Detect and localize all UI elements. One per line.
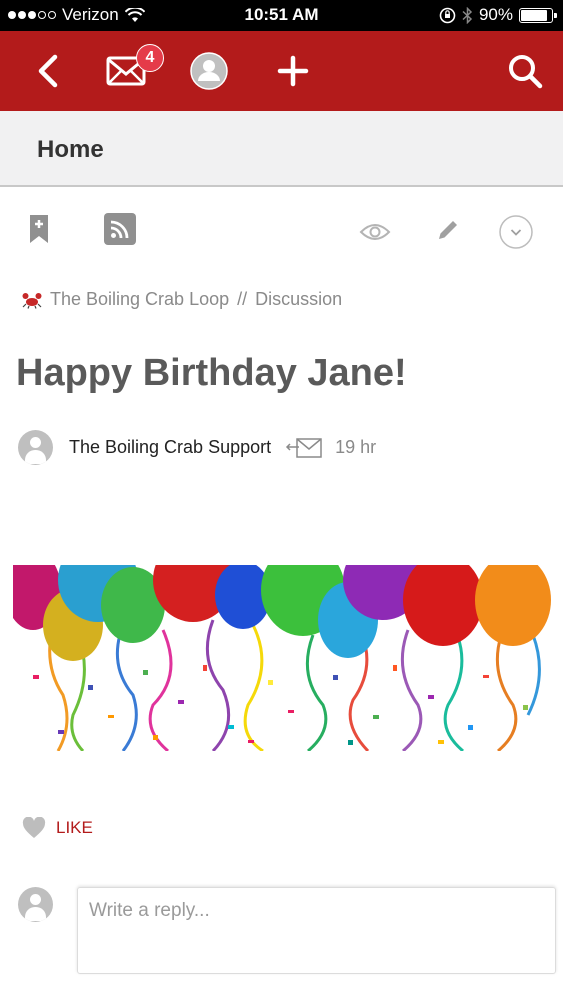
post-image-balloons bbox=[13, 565, 551, 751]
eye-icon bbox=[359, 224, 391, 240]
more-options-button[interactable] bbox=[499, 215, 533, 254]
inbox-badge: 4 bbox=[136, 44, 164, 72]
heart-icon bbox=[22, 817, 46, 838]
search-icon bbox=[509, 55, 543, 89]
status-bar: Verizon 10:51 AM 90% bbox=[0, 0, 563, 31]
home-title[interactable]: Home bbox=[37, 136, 104, 164]
profile-icon bbox=[190, 52, 228, 90]
top-nav-bar: 4 bbox=[0, 31, 563, 111]
breadcrumb-separator: // bbox=[237, 289, 248, 309]
follow-feed-button[interactable] bbox=[104, 213, 136, 250]
bookmark-button[interactable] bbox=[28, 213, 50, 250]
author-name[interactable]: The Boiling Crab Support bbox=[69, 437, 271, 458]
post-time: 19 hr bbox=[335, 437, 377, 457]
battery-percent: 90% bbox=[478, 5, 513, 24]
rotation-lock-icon bbox=[439, 7, 456, 23]
chevron-down-icon bbox=[499, 215, 533, 249]
search-button[interactable] bbox=[500, 31, 550, 111]
like-button[interactable]: LIKE bbox=[22, 817, 93, 839]
category-link[interactable]: Discussion bbox=[255, 289, 342, 310]
back-button[interactable] bbox=[22, 31, 74, 111]
battery-icon bbox=[519, 7, 557, 23]
watch-button[interactable] bbox=[359, 222, 391, 247]
back-icon bbox=[38, 54, 58, 88]
rss-icon bbox=[104, 213, 136, 245]
profile-button[interactable] bbox=[184, 31, 234, 111]
edit-button[interactable] bbox=[436, 218, 460, 247]
author-avatar[interactable] bbox=[18, 430, 53, 465]
post-title: Happy Birthday Jane! bbox=[16, 352, 407, 394]
post-breadcrumb: The Boiling Crab Loop // Discussion bbox=[22, 289, 342, 310]
plus-icon bbox=[277, 55, 309, 87]
share-mail-icon bbox=[286, 437, 322, 458]
bookmark-icon bbox=[30, 215, 48, 243]
crab-icon bbox=[22, 292, 42, 309]
reply-input[interactable]: Write a reply... bbox=[77, 887, 556, 974]
pencil-icon bbox=[439, 221, 457, 239]
community-link[interactable]: The Boiling Crab Loop bbox=[50, 289, 229, 310]
like-label: LIKE bbox=[56, 818, 93, 837]
reply-avatar bbox=[18, 887, 53, 922]
author-row: The Boiling Crab Support 19 hr bbox=[18, 430, 376, 465]
home-header: Home bbox=[0, 111, 563, 187]
status-right: 90% bbox=[439, 5, 557, 25]
new-post-button[interactable] bbox=[268, 31, 318, 111]
bluetooth-icon bbox=[462, 6, 473, 24]
